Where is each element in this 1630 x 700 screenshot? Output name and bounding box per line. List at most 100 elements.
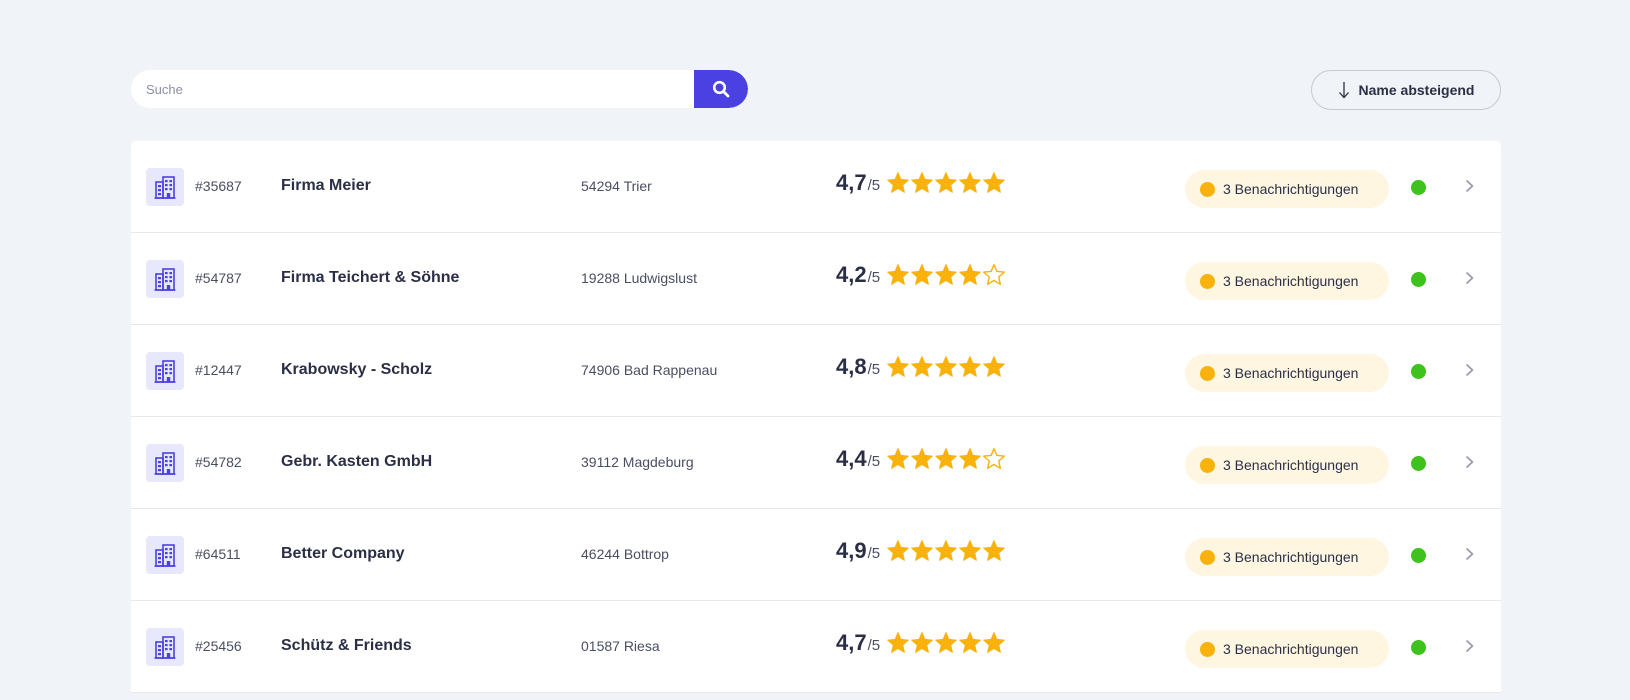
rating-max: /5 xyxy=(867,269,881,286)
star-filled-icon xyxy=(935,540,957,561)
rating: 4,8 /5 xyxy=(836,354,1006,380)
notifications-badge[interactable]: 3 Benachrichtigungen xyxy=(1185,538,1389,576)
status-indicator xyxy=(1411,548,1426,563)
rating-value: 4,7 xyxy=(836,170,867,195)
rating: 4,2 /5 xyxy=(836,262,1006,288)
status-indicator xyxy=(1411,364,1426,379)
company-location: 54294 Trier xyxy=(581,178,652,194)
company-row[interactable]: #12447 Krabowsky - Scholz 74906 Bad Rapp… xyxy=(131,325,1501,417)
star-filled-icon xyxy=(911,264,933,285)
company-id: #25456 xyxy=(195,638,242,654)
star-filled-icon xyxy=(887,172,909,193)
rating-stars xyxy=(886,355,1006,379)
star-filled-icon xyxy=(887,356,909,377)
rating-stars xyxy=(886,539,1006,563)
rating-value: 4,2 xyxy=(836,262,867,287)
rating-stars xyxy=(886,171,1006,195)
star-empty-icon xyxy=(983,447,1006,469)
building-icon xyxy=(146,536,184,574)
company-name: Better Company xyxy=(281,545,405,562)
search-button[interactable] xyxy=(694,70,748,108)
sort-button[interactable]: Name absteigend xyxy=(1311,70,1501,110)
company-row[interactable]: #54787 Firma Teichert & Söhne 19288 Ludw… xyxy=(131,233,1501,325)
notifications-label: 3 Benachrichtigungen xyxy=(1223,365,1359,381)
rating-stars xyxy=(886,263,1006,287)
rating-stars xyxy=(886,447,1006,471)
company-location: 46244 Bottrop xyxy=(581,546,669,562)
rating-max: /5 xyxy=(867,637,881,654)
building-icon xyxy=(146,168,184,206)
company-row[interactable]: #25456 Schütz & Friends 01587 Riesa 4,7 … xyxy=(131,601,1501,693)
status-indicator xyxy=(1411,272,1426,287)
rating-stars xyxy=(886,631,1006,655)
notifications-label: 3 Benachrichtigungen xyxy=(1223,181,1359,197)
company-row[interactable]: #35687 Firma Meier 54294 Trier 4,7 /5 3 … xyxy=(131,141,1501,233)
star-filled-icon xyxy=(911,540,933,561)
search-input[interactable] xyxy=(131,70,694,108)
company-list: #35687 Firma Meier 54294 Trier 4,7 /5 3 … xyxy=(131,141,1501,693)
star-filled-icon xyxy=(935,356,957,377)
company-name: Gebr. Kasten GmbH xyxy=(281,453,433,470)
company-row[interactable]: #54782 Gebr. Kasten GmbH 39112 Magdeburg… xyxy=(131,417,1501,509)
rating: 4,7 /5 xyxy=(836,630,1006,656)
chevron-right-icon[interactable] xyxy=(1463,270,1477,286)
company-row[interactable]: #64511 Better Company 46244 Bottrop 4,9 … xyxy=(131,509,1501,601)
chevron-right-icon[interactable] xyxy=(1463,454,1477,470)
company-id: #35687 xyxy=(195,178,242,194)
company-name: Firma Teichert & Söhne xyxy=(281,269,460,286)
company-name: Krabowsky - Scholz xyxy=(281,361,433,378)
star-empty-icon xyxy=(983,263,1006,285)
status-indicator xyxy=(1411,640,1426,655)
notification-dot xyxy=(1200,457,1215,473)
star-filled-icon xyxy=(959,540,981,561)
notifications-label: 3 Benachrichtigungen xyxy=(1223,549,1359,565)
status-indicator xyxy=(1411,180,1426,195)
star-filled-icon xyxy=(887,632,909,653)
rating-value: 4,4 xyxy=(836,446,867,471)
chevron-right-icon[interactable] xyxy=(1463,546,1477,562)
notifications-label: 3 Benachrichtigungen xyxy=(1223,641,1359,657)
star-filled-icon xyxy=(911,448,933,469)
star-filled-icon xyxy=(911,172,933,193)
chevron-right-icon[interactable] xyxy=(1463,178,1477,194)
rating-max: /5 xyxy=(867,361,881,378)
notifications-badge[interactable]: 3 Benachrichtigungen xyxy=(1185,170,1389,208)
star-filled-icon xyxy=(983,356,1005,377)
company-location: 39112 Magdeburg xyxy=(581,454,694,470)
notifications-badge[interactable]: 3 Benachrichtigungen xyxy=(1185,446,1389,484)
star-filled-icon xyxy=(911,632,933,653)
search-box xyxy=(131,70,748,108)
search-icon xyxy=(712,80,730,98)
company-id: #54782 xyxy=(195,454,242,470)
rating-value: 4,9 xyxy=(836,538,867,563)
star-filled-icon xyxy=(983,172,1005,193)
chevron-right-icon[interactable] xyxy=(1463,638,1477,654)
company-location: 74906 Bad Rappenau xyxy=(581,362,718,378)
rating: 4,9 /5 xyxy=(836,538,1006,564)
star-filled-icon xyxy=(959,264,981,285)
notifications-badge[interactable]: 3 Benachrichtigungen xyxy=(1185,262,1389,300)
star-filled-icon xyxy=(911,356,933,377)
notification-dot xyxy=(1200,549,1215,565)
rating-value: 4,8 xyxy=(836,354,867,379)
building-icon xyxy=(146,352,184,390)
building-icon xyxy=(146,444,184,482)
status-indicator xyxy=(1411,456,1426,471)
star-filled-icon xyxy=(935,264,957,285)
notification-dot xyxy=(1200,181,1215,197)
notifications-badge[interactable]: 3 Benachrichtigungen xyxy=(1185,354,1389,392)
star-filled-icon xyxy=(959,172,981,193)
sort-label: Name absteigend xyxy=(1358,82,1475,98)
star-filled-icon xyxy=(887,448,909,469)
notification-dot xyxy=(1200,273,1215,289)
rating: 4,7 /5 xyxy=(836,170,1006,196)
chevron-right-icon[interactable] xyxy=(1463,362,1477,378)
company-location: 01587 Riesa xyxy=(581,638,660,654)
star-filled-icon xyxy=(983,540,1005,561)
rating-max: /5 xyxy=(867,177,881,194)
building-icon xyxy=(146,260,184,298)
toolbar: Name absteigend xyxy=(131,70,1501,112)
notifications-badge[interactable]: 3 Benachrichtigungen xyxy=(1185,630,1389,668)
notifications-label: 3 Benachrichtigungen xyxy=(1223,273,1359,289)
star-filled-icon xyxy=(959,632,981,653)
